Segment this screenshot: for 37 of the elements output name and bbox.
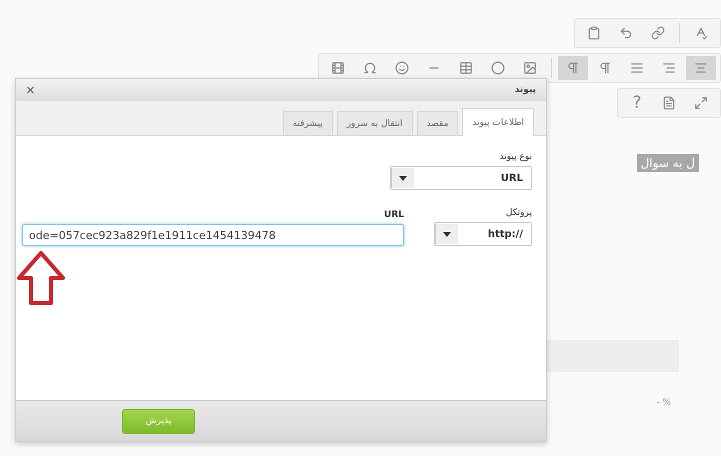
undo-icon [619,26,633,40]
toolbar-button[interactable] [558,56,588,80]
maximize-icon [694,96,708,110]
document-icon [662,96,676,110]
omega-icon [363,61,377,75]
highlighted-text: ل به سوال [636,154,699,172]
clipboard-icon [587,26,601,40]
caret-icon [443,232,451,236]
table-icon [459,61,473,75]
up-arrow-icon [16,250,66,306]
link-type-select[interactable]: URL [390,166,532,190]
film-icon [331,61,345,75]
field-label: پروتکل [504,208,532,218]
align-right-icon [662,61,676,75]
field-label: نوع پیوند [498,152,532,162]
align-center-icon [694,61,708,75]
toolbar-button[interactable]: ? [622,91,652,115]
toolbar-button[interactable] [686,56,716,80]
pilcrow-icon [566,61,580,75]
paragraph-icon [630,61,644,75]
link-icon [651,26,665,40]
dialog-tab[interactable]: اطلاعات پیوند [462,108,534,136]
caret-icon [399,176,407,180]
pilcrow-icon [598,61,612,75]
table-cell: - % [656,398,671,408]
spellcheck-icon [694,26,708,40]
close-button[interactable]: × [26,82,35,98]
dialog-tab[interactable]: پیشرفته [282,111,333,135]
circle-icon [491,61,505,75]
image-icon [523,61,537,75]
smiley-icon [395,61,409,75]
field-label: URL [383,210,404,220]
dialog-tab[interactable]: مقصد [416,111,458,135]
dialog-title: پیوند [514,85,536,95]
protocol-select[interactable]: http:// [434,222,532,246]
url-field[interactable]: ode=057cec923a829f1e1911ce1454139478 [22,224,404,246]
dialog-tab[interactable]: انتقال به سرور [336,111,412,135]
